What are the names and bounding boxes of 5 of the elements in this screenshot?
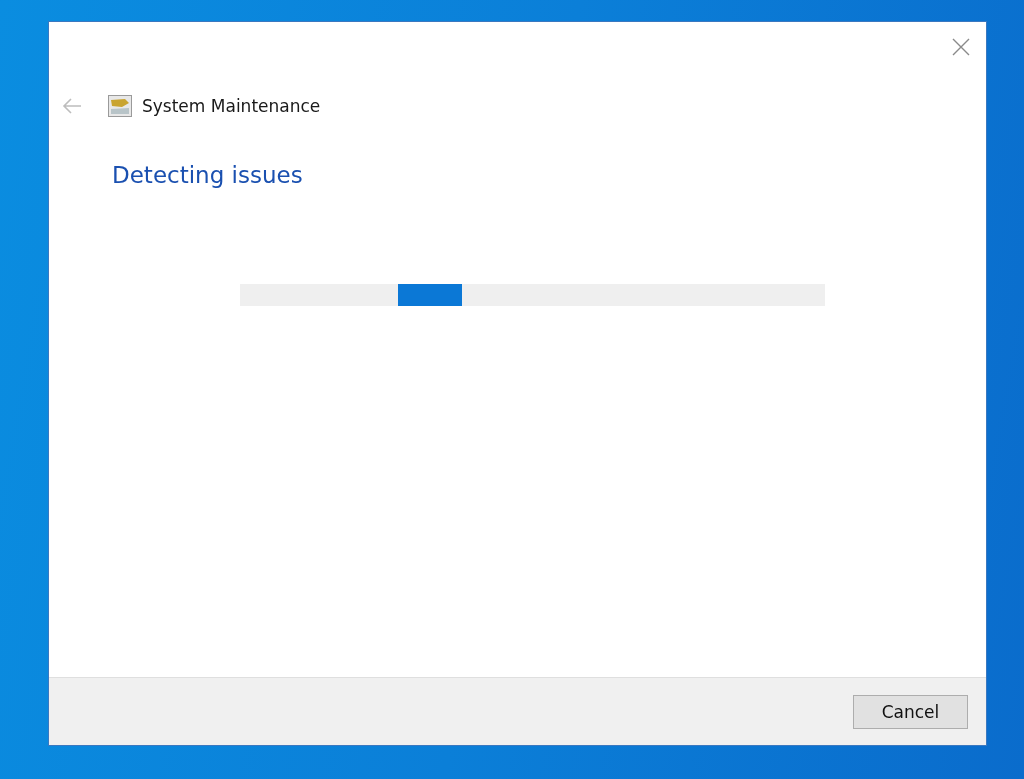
maintenance-icon bbox=[108, 95, 132, 117]
page-heading: Detecting issues bbox=[112, 162, 304, 188]
cancel-button[interactable]: Cancel bbox=[853, 694, 968, 729]
close-icon[interactable] bbox=[952, 38, 970, 56]
window-title: System Maintenance bbox=[142, 96, 321, 116]
